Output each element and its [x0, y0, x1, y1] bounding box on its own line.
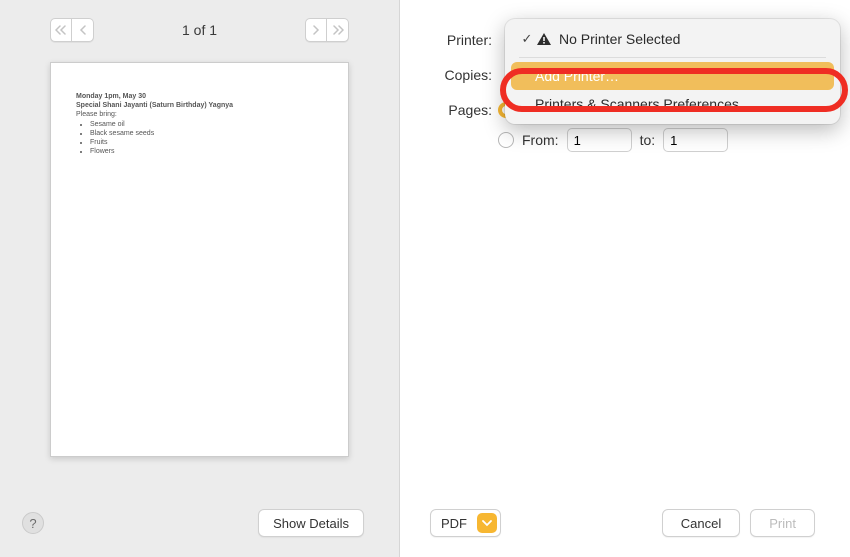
help-button[interactable]: ? — [22, 512, 44, 534]
prev-page-group — [50, 18, 94, 42]
pdf-dropdown-button[interactable]: PDF — [430, 509, 501, 537]
print-options-panel: Printer: Copies: Pages: All From: to: ✓ — [400, 0, 850, 557]
menu-item-label: Add Printer… — [535, 68, 822, 84]
checkmark-icon: ✓ — [519, 31, 535, 47]
next-page-button[interactable] — [305, 18, 327, 42]
preview-item: Fruits — [90, 139, 323, 148]
preview-line-3: Please bring: — [76, 111, 323, 120]
preview-item: Sesame oil — [90, 121, 323, 130]
last-page-button[interactable] — [327, 18, 349, 42]
pages-from-label: From: — [522, 132, 559, 148]
menu-divider — [519, 57, 826, 58]
preview-panel: 1 of 1 Monday 1pm, May 30 Special Shani … — [0, 0, 400, 557]
pdf-button-label: PDF — [431, 516, 477, 531]
prev-page-button[interactable] — [72, 18, 94, 42]
dialog-bottom-bar: PDF Cancel Print — [400, 509, 850, 537]
page-thumbnail: Monday 1pm, May 30 Special Shani Jayanti… — [50, 62, 349, 457]
pages-label: Pages: — [418, 102, 498, 118]
chevron-down-icon — [477, 513, 497, 533]
menu-item-add-printer[interactable]: Add Printer… — [511, 62, 834, 90]
pages-from-input[interactable] — [567, 128, 632, 152]
preview-footer: ? Show Details — [0, 509, 399, 537]
print-button[interactable]: Print — [750, 509, 815, 537]
preview-item: Black sesame seeds — [90, 130, 323, 139]
pages-range-option[interactable]: From: to: — [498, 128, 728, 152]
preview-line-2: Special Shani Jayanti (Saturn Birthday) … — [76, 102, 323, 111]
menu-item-label: No Printer Selected — [559, 31, 822, 47]
show-details-button[interactable]: Show Details — [258, 509, 364, 537]
preview-header: 1 of 1 — [0, 0, 399, 52]
double-chevron-right-icon — [332, 25, 344, 35]
page-indicator: 1 of 1 — [182, 22, 217, 38]
double-chevron-left-icon — [55, 25, 67, 35]
pages-to-label: to: — [640, 132, 656, 148]
menu-item-preferences[interactable]: Printers & Scanners Preferences… — [511, 90, 834, 118]
preview-line-1: Monday 1pm, May 30 — [76, 93, 323, 102]
pages-to-input[interactable] — [663, 128, 728, 152]
chevron-right-icon — [312, 25, 320, 35]
first-page-button[interactable] — [50, 18, 72, 42]
radio-unselected-icon — [498, 132, 514, 148]
preview-item: Flowers — [90, 148, 323, 157]
preview-item-list: Sesame oil Black sesame seeds Fruits Flo… — [76, 121, 323, 156]
menu-item-no-printer[interactable]: ✓ No Printer Selected — [511, 25, 834, 53]
warning-icon — [535, 32, 553, 46]
cancel-button[interactable]: Cancel — [662, 509, 740, 537]
preview-area: Monday 1pm, May 30 Special Shani Jayanti… — [0, 52, 399, 557]
printer-label: Printer: — [418, 32, 498, 48]
next-page-group — [305, 18, 349, 42]
copies-label: Copies: — [418, 67, 498, 83]
chevron-left-icon — [79, 25, 87, 35]
menu-item-label: Printers & Scanners Preferences… — [535, 96, 822, 112]
printer-dropdown-menu: ✓ No Printer Selected Add Printer… Print… — [505, 19, 840, 124]
